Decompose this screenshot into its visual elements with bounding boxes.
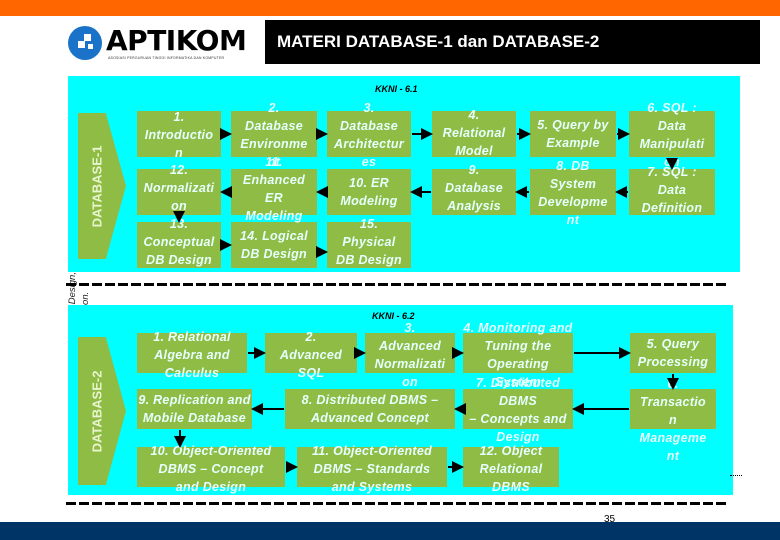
section-label: DATABASE-2 bbox=[89, 370, 105, 452]
topic-label-db1-10: 10. ER Modeling bbox=[340, 176, 398, 208]
topic-label-db2-8: 8. Distributed DBMS – Advanced Concept bbox=[301, 393, 439, 425]
page-title-text: MATERI DATABASE-1 dan DATABASE-2 bbox=[277, 32, 600, 51]
topic-label-db2-12: 12. Object Relational DBMS bbox=[479, 444, 543, 494]
topic-label-db1-8: 8. DB System Developme nt bbox=[538, 159, 608, 227]
topic-label-db2-11: 11. Object-Oriented DBMS – Standards and… bbox=[311, 444, 433, 494]
logo-emblem-icon bbox=[68, 26, 102, 60]
topic-label-db2-6: 6. Transactio n Manageme nt bbox=[639, 377, 707, 463]
topic-label-db1-3: 3. Database Architectur es bbox=[334, 101, 404, 169]
bottom-accent-bar bbox=[0, 522, 780, 540]
topic-label-db1-5: 5. Query by Example bbox=[537, 118, 609, 150]
topic-label-db1-12: 12. Normalizati on bbox=[143, 163, 215, 213]
page-title: MATERI DATABASE-1 dan DATABASE-2 bbox=[265, 20, 760, 64]
topic-label-db1-14: 14. Logical DB Design bbox=[240, 229, 308, 261]
topic-label-db1-11: 11. Enhanced ER Modeling bbox=[242, 155, 306, 223]
aptikom-logo: APTIKOM ASOSIASI PERGURUAN TINGGI INFORM… bbox=[66, 24, 247, 64]
separator-line-1 bbox=[66, 283, 726, 286]
topic-label-db2-3: 3. Advanced Normalizati on bbox=[374, 321, 446, 389]
topic-label-db2-7: 7. Distributed DBMS – Concepts and Desig… bbox=[469, 376, 567, 444]
topic-label-db1-4: 4. Relational Model bbox=[442, 108, 506, 158]
logo-subtitle: ASOSIASI PERGURUAN TINGGI INFORMATIKA DA… bbox=[108, 56, 225, 60]
topic-label-db2-1: 1. Relational Algebra and Calculus bbox=[153, 330, 231, 380]
kkni-label-1: KKNI - 6.1 bbox=[375, 84, 418, 94]
topic-label-db2-10: 10. Object-Oriented DBMS – Concept and D… bbox=[150, 444, 272, 494]
topic-label-db1-7: 7. SQL : Data Definition bbox=[641, 165, 703, 215]
topic-label-db2-9: 9. Replication and Mobile Database bbox=[138, 393, 251, 425]
topic-label-db1-13: 13. Conceptual DB Design bbox=[143, 217, 215, 267]
topic-label-db2-5: 5. Query Processing bbox=[637, 337, 709, 369]
logo-name: APTIKOM bbox=[106, 24, 247, 57]
separator-line-2 bbox=[66, 502, 726, 505]
topic-label-db1-9: 9. Database Analysis bbox=[445, 163, 503, 213]
topic-label-db2-2: 2. Advanced SQL bbox=[279, 330, 343, 380]
section-label: DATABASE-1 bbox=[89, 145, 105, 227]
top-accent-bar bbox=[0, 0, 780, 16]
dotted-mark bbox=[730, 475, 742, 476]
topic-label-db1-15: 15. Physical DB Design bbox=[336, 217, 402, 267]
